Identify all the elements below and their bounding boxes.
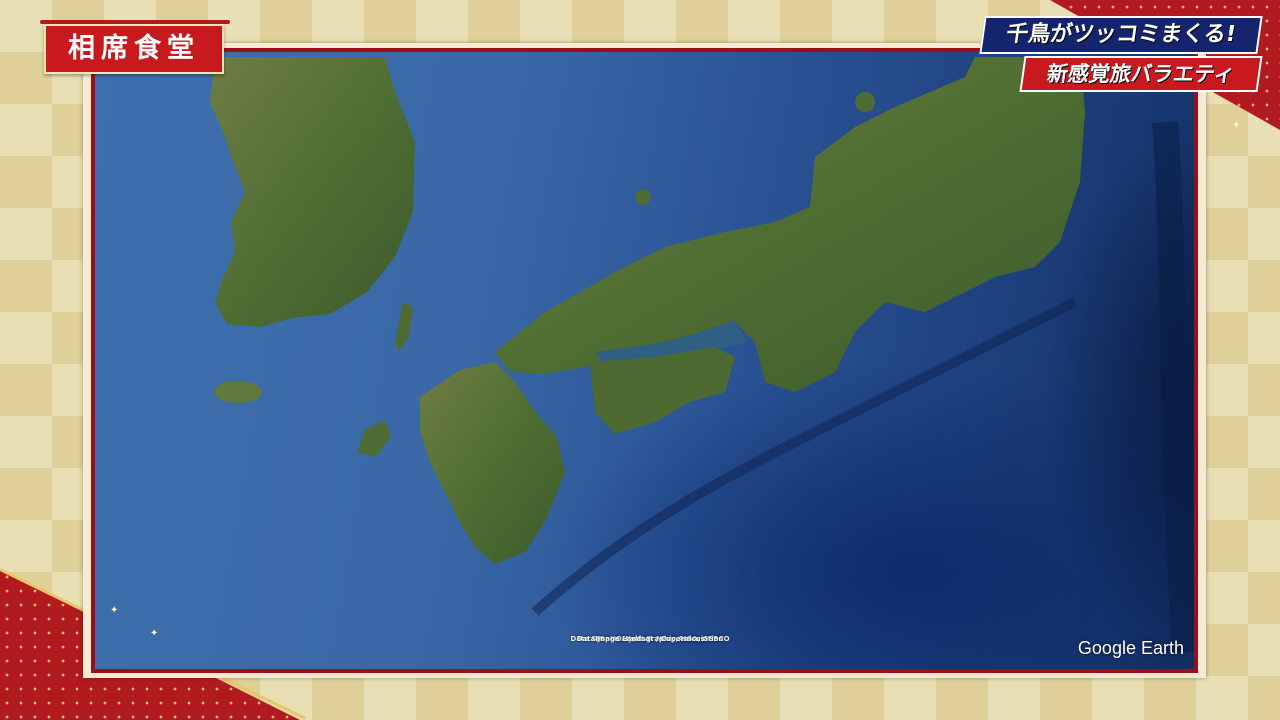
map-border: Data SIO, NOAA, U.S. Navy, NGA, GEBCO Da… <box>91 48 1198 673</box>
map-frame: Data SIO, NOAA, U.S. Navy, NGA, GEBCO Da… <box>83 43 1206 678</box>
map-landmass-layer <box>210 57 1194 653</box>
caption-line-2: 新感覚旅バラエティ <box>1019 56 1263 92</box>
satellite-map[interactable]: Data SIO, NOAA, U.S. Navy, NGA, GEBCO Da… <box>95 52 1194 669</box>
goto-islands <box>357 420 391 457</box>
korea-landmass <box>210 57 415 327</box>
sparkle-icon: ✦ <box>110 605 119 616</box>
japan-trench <box>1152 121 1194 653</box>
kyushu-landmass <box>420 362 565 564</box>
sado-island <box>855 92 875 112</box>
show-title-banner: 相席食堂 <box>44 24 224 74</box>
caption-line-1: 千鳥がツッコミまくる! <box>979 16 1263 54</box>
oki-islands <box>635 189 651 205</box>
sparkle-icon: ✦ <box>150 628 159 639</box>
google-earth-logo: Google Earth <box>1077 638 1184 658</box>
tsushima-island <box>395 302 413 352</box>
attribution-line-3: Image Landsat / Copernicus <box>595 635 705 643</box>
jeju-island <box>214 381 262 403</box>
sparkle-icon: ✦ <box>1232 120 1241 131</box>
